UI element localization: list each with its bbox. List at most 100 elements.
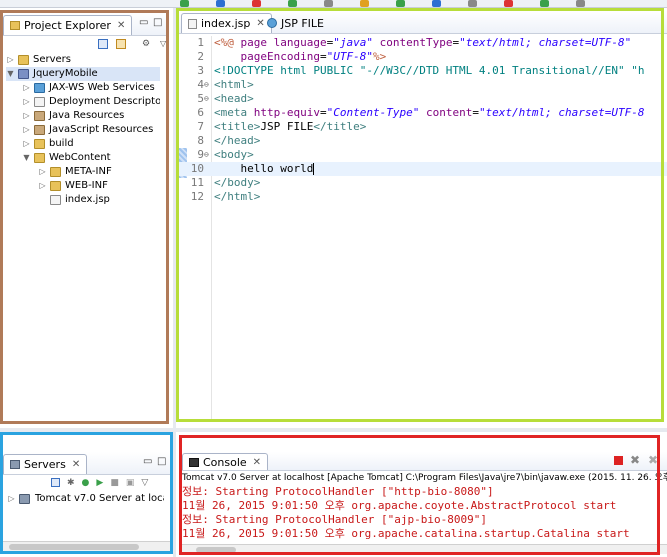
close-icon[interactable]: ✕: [117, 20, 125, 31]
expand-icon[interactable]: ▷: [7, 492, 16, 506]
console-icon: [189, 457, 199, 467]
code-line[interactable]: 10 hello world: [179, 162, 667, 176]
vertical-sash[interactable]: [173, 8, 176, 557]
toolbar-icon[interactable]: [360, 0, 369, 7]
remove-launch-icon[interactable]: ✖: [630, 453, 640, 467]
tab-project-explorer[interactable]: Project Explorer ✕: [3, 15, 133, 35]
collapse-all-icon[interactable]: [51, 478, 60, 487]
horizontal-scrollbar[interactable]: [182, 544, 667, 554]
toolbar-icon[interactable]: [180, 0, 189, 7]
tree-item[interactable]: ▷ JavaScript Resources: [6, 123, 160, 137]
tree-item[interactable]: ▷ WEB-INF: [6, 179, 160, 193]
servers-icon: [10, 460, 20, 469]
expand-icon[interactable]: ▷: [38, 179, 47, 193]
tree-item[interactable]: ▼ JqueryMobile: [6, 67, 160, 81]
tree-item-label: JqueryMobile: [33, 68, 98, 79]
line-number: 2: [197, 50, 204, 63]
tree-item[interactable]: ▼ WebContent: [6, 151, 160, 165]
toolbar-icon[interactable]: [252, 0, 261, 7]
toolbar-icon[interactable]: [540, 0, 549, 7]
expand-icon[interactable]: ▷: [22, 95, 31, 109]
collapse-all-icon[interactable]: [98, 39, 108, 49]
toolbar-icon[interactable]: [324, 0, 333, 7]
toolbar-icon[interactable]: [288, 0, 297, 7]
tree-item[interactable]: ▷ Deployment Descriptor: Jque: [6, 95, 160, 109]
code-token: <meta: [214, 106, 254, 119]
code-line[interactable]: 6 <meta http-equiv="Content-Type" content…: [179, 106, 667, 120]
tree-item[interactable]: ▷ JAX-WS Web Services: [6, 81, 160, 95]
tree-item[interactable]: index.jsp: [6, 193, 160, 207]
horizontal-scrollbar[interactable]: [3, 541, 170, 551]
code-token: "UTF-8": [326, 50, 373, 63]
horizontal-sash[interactable]: [0, 428, 667, 432]
toolbar-icon[interactable]: [468, 0, 477, 7]
expand-icon[interactable]: ▷: [22, 137, 31, 151]
console-line: 11월 26, 2015 9:01:50 오후 org.apache.catal…: [182, 527, 630, 540]
close-icon[interactable]: ✕: [253, 457, 261, 468]
project-explorer-tabbar: Project Explorer ✕ ▭ □: [3, 13, 166, 36]
tab-index-jsp[interactable]: index.jsp ✕: [181, 13, 272, 33]
tab-console[interactable]: Console ✕: [182, 453, 269, 470]
code-line[interactable]: 3 <!DOCTYPE html PUBLIC "-//W3C//DTD HTML…: [179, 64, 667, 78]
code-line[interactable]: 11 </body>: [179, 176, 667, 190]
maximize-icon[interactable]: □: [153, 17, 162, 28]
expand-icon[interactable]: ▷: [22, 81, 31, 95]
code-line[interactable]: 9 ⊖ <body>: [179, 148, 667, 162]
expand-icon[interactable]: ▷: [22, 123, 31, 137]
descriptor-icon: [34, 97, 45, 107]
list-item[interactable]: ▷ Tomcat v7.0 Server at localhost: [7, 492, 164, 506]
publish-icon[interactable]: ▣: [126, 478, 135, 488]
folder-icon: [18, 55, 29, 65]
line-number: 11: [190, 176, 204, 189]
expand-icon[interactable]: ▷: [38, 165, 47, 179]
code-editor[interactable]: index.jsp ✕ JSP FILE 1 <%@ page language=…: [179, 11, 667, 419]
code-line[interactable]: 1 <%@ page language="java" contentType="t…: [179, 36, 667, 50]
code-token: </title>: [313, 120, 367, 133]
minimize-icon[interactable]: ▭: [139, 17, 148, 28]
toolbar-icon[interactable]: [504, 0, 513, 7]
code-text: <meta http-equiv="Content-Type" content=…: [214, 106, 645, 120]
code-area[interactable]: 1 <%@ page language="java" contentType="t…: [179, 36, 667, 204]
expand-icon[interactable]: ▷: [6, 53, 15, 67]
code-token: %>: [372, 50, 387, 63]
toolbar-icon[interactable]: [396, 0, 405, 7]
code-line[interactable]: 2 pageEncoding="UTF-8"%>: [179, 50, 667, 64]
code-line[interactable]: 7 <title>JSP FILE</title>: [179, 120, 667, 134]
chevron-down-icon[interactable]: ▽: [141, 478, 148, 488]
code-line[interactable]: 4 ⊖ <html>: [179, 78, 667, 92]
editor-tabbar: index.jsp ✕ JSP FILE: [179, 11, 667, 34]
terminate-icon[interactable]: [614, 456, 623, 465]
tab-servers[interactable]: Servers ✕: [3, 454, 88, 474]
collapse-icon[interactable]: ▼: [6, 67, 15, 81]
view-menu-icon[interactable]: ⚙: [142, 39, 152, 49]
code-line[interactable]: 8 </head>: [179, 134, 667, 148]
code-text: <head>: [214, 92, 254, 106]
close-icon[interactable]: ✕: [72, 459, 80, 470]
fold-icon[interactable]: ⊖: [204, 148, 212, 162]
tree-item[interactable]: ▷ META-INF: [6, 165, 160, 179]
minimize-icon[interactable]: ▭: [143, 456, 152, 467]
fold-icon[interactable]: ⊖: [204, 92, 212, 106]
remove-all-icon[interactable]: ✖: [648, 453, 658, 467]
code-line[interactable]: 5 ⊖ <head>: [179, 92, 667, 106]
stop-server-icon[interactable]: ■: [110, 478, 119, 488]
toolbar-icon[interactable]: [432, 0, 441, 7]
expand-icon[interactable]: ▷: [22, 109, 31, 123]
tab-label: Servers: [24, 458, 66, 471]
tree-item[interactable]: ▷ Java Resources: [6, 109, 160, 123]
debug-icon[interactable]: ✱: [67, 478, 75, 488]
toolbar-icon[interactable]: [576, 0, 585, 7]
tree-item[interactable]: ▷ build: [6, 137, 160, 151]
chevron-down-icon[interactable]: ▽: [160, 39, 166, 49]
link-with-editor-icon[interactable]: [116, 39, 126, 49]
tree-item[interactable]: ▷ Servers: [6, 53, 160, 67]
profile-icon[interactable]: ▶: [96, 478, 103, 488]
maximize-icon[interactable]: □: [157, 456, 166, 467]
start-server-icon[interactable]: ●: [82, 478, 90, 488]
collapse-icon[interactable]: ▼: [22, 151, 31, 165]
fold-icon[interactable]: ⊖: [204, 78, 212, 92]
tab-jsp-file[interactable]: JSP FILE: [261, 13, 330, 33]
code-line[interactable]: 12 </html>: [179, 190, 667, 204]
toolbar-icon[interactable]: [216, 0, 225, 7]
